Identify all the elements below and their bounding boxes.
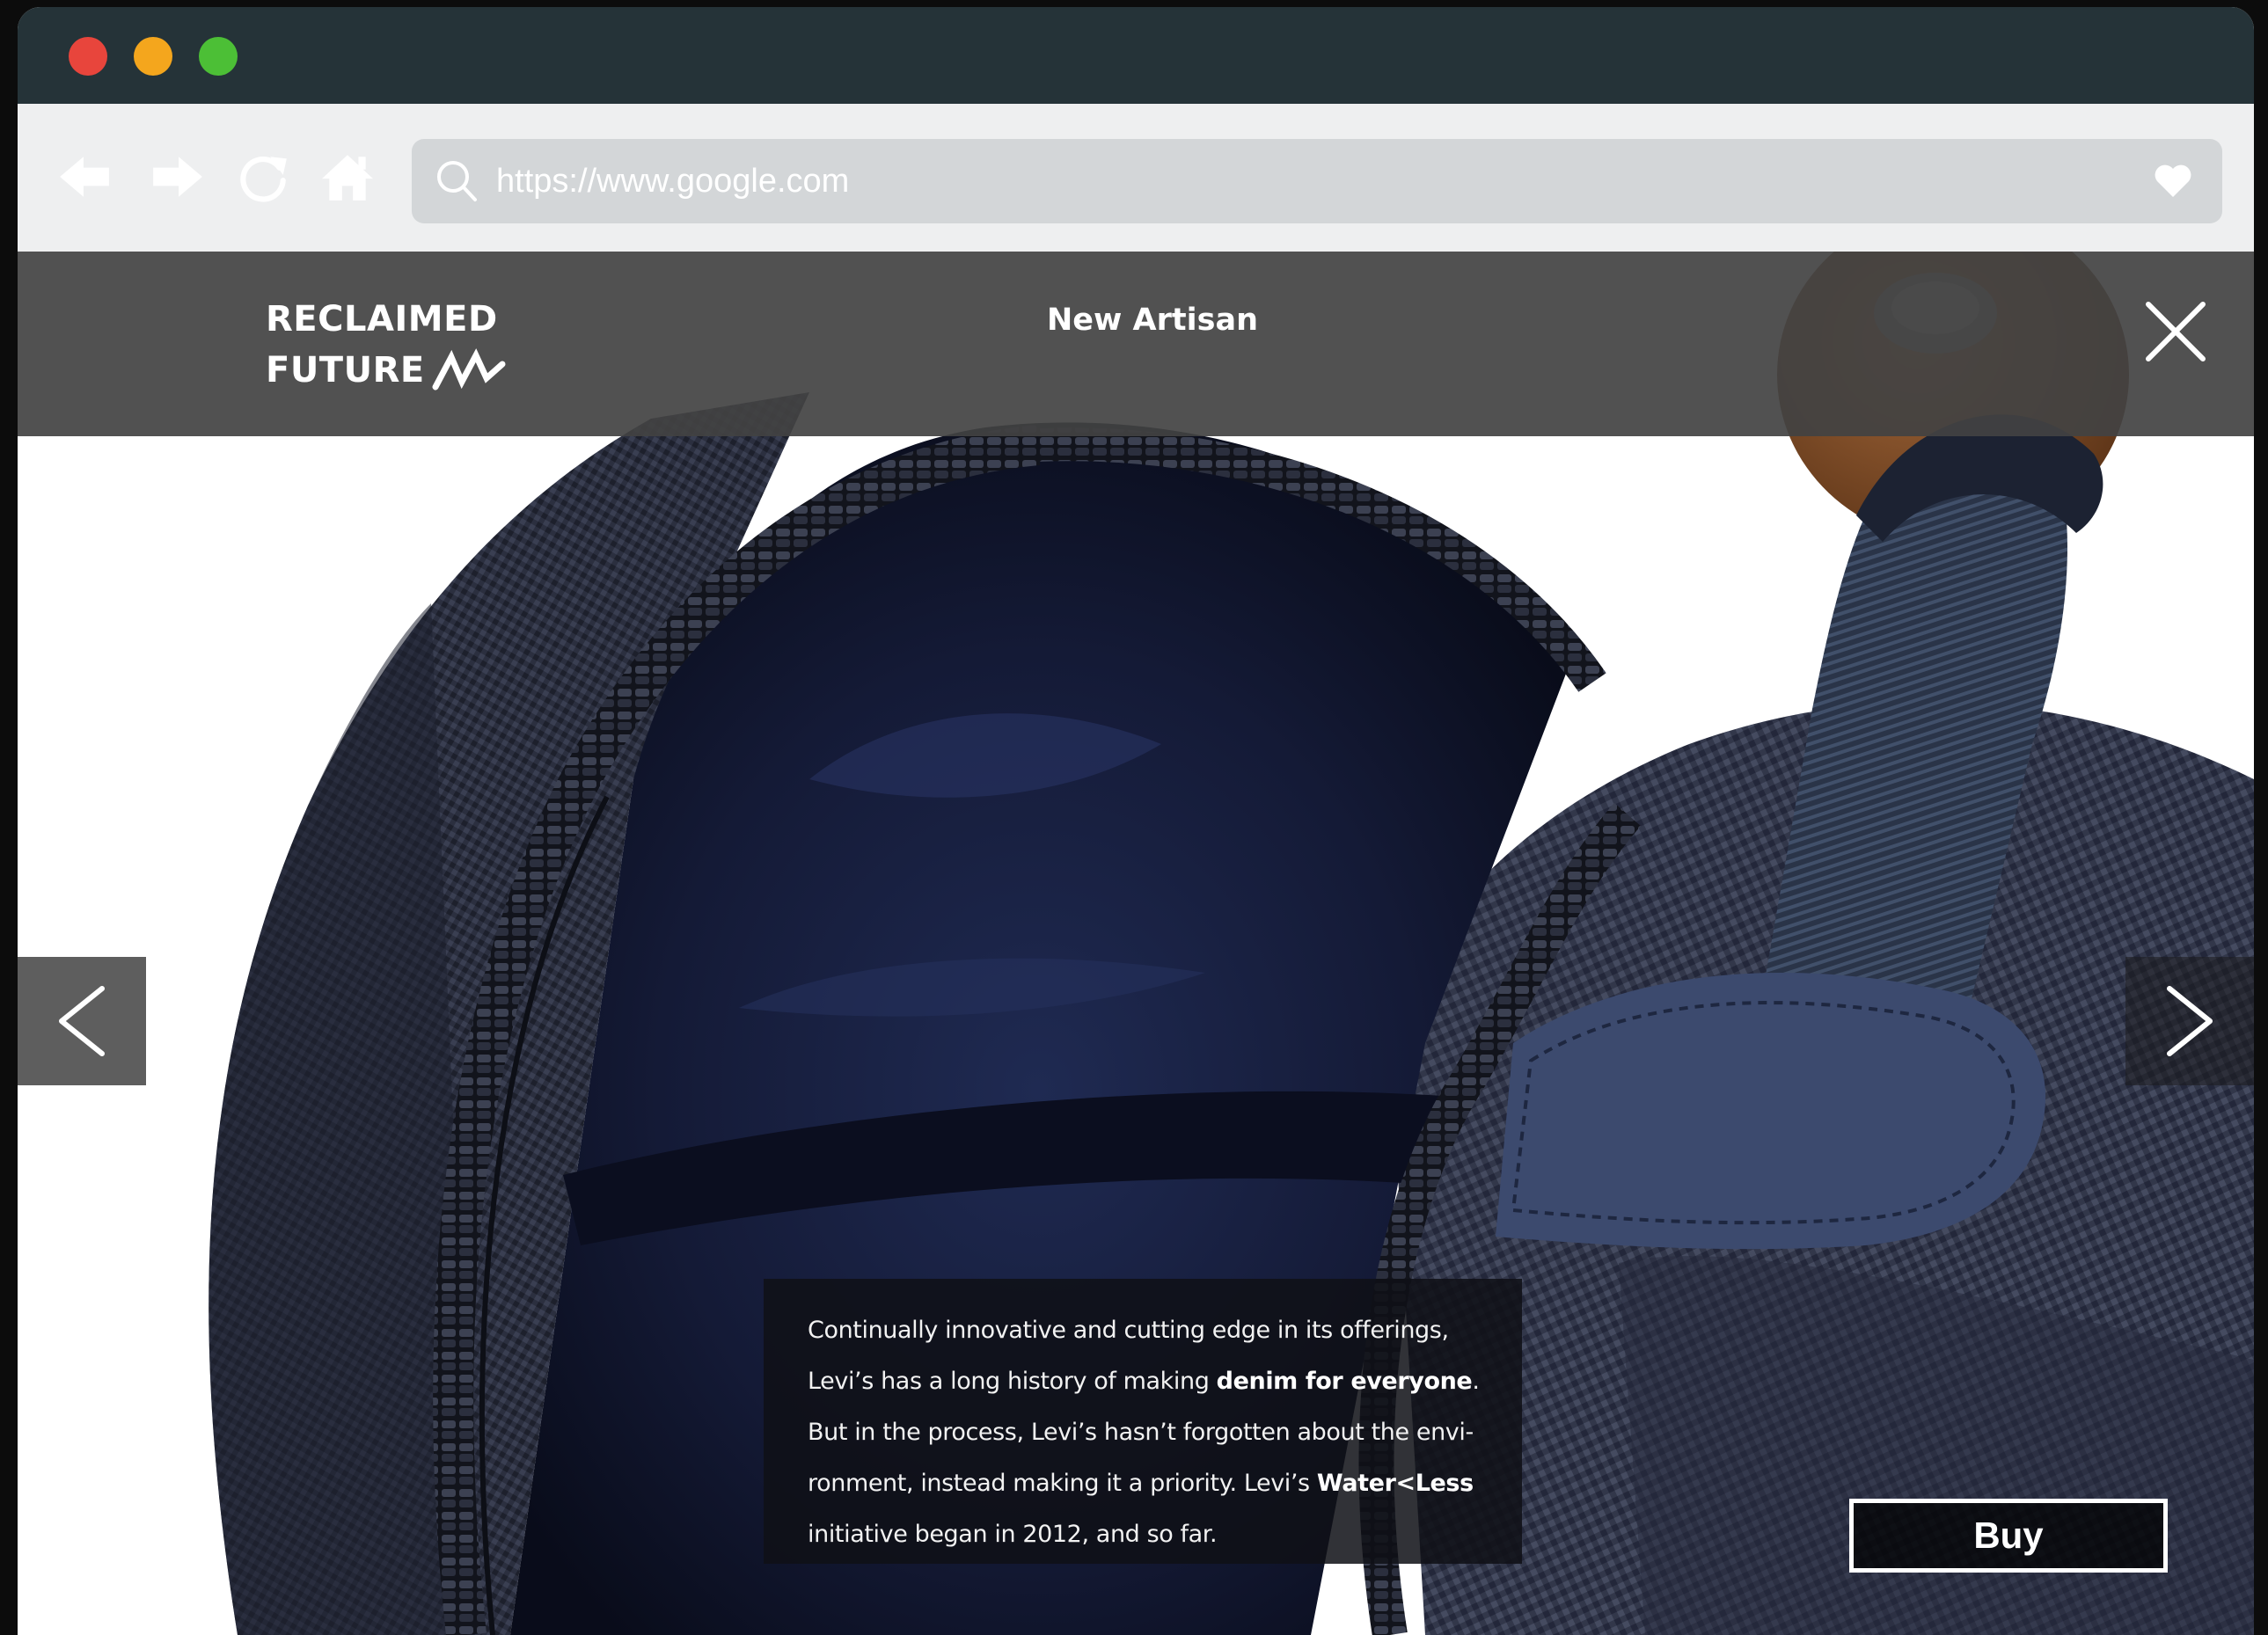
- title-bar: [18, 7, 2254, 104]
- zoom-window-button[interactable]: [199, 37, 238, 76]
- browser-toolbar: [18, 104, 2254, 252]
- description-text: Levi’s has a long history of making: [808, 1368, 1217, 1395]
- logo-text-line2: FUTURE: [266, 350, 425, 391]
- description-line: initiative began in 2012, and so far.: [808, 1521, 1218, 1548]
- heart-icon[interactable]: [2154, 164, 2192, 199]
- lightbox-header: RECLAIMED FUTURE New Artisan: [18, 252, 2254, 436]
- address-bar[interactable]: [412, 139, 2222, 223]
- description-line: Continually innovative and cutting edge …: [808, 1317, 1449, 1344]
- next-slide-button[interactable]: [2125, 957, 2254, 1085]
- description-line: Levi’s has a long history of making deni…: [808, 1356, 1504, 1407]
- brand-logo[interactable]: RECLAIMED FUTURE: [266, 294, 508, 396]
- search-icon: [437, 161, 477, 201]
- zigzag-logo-icon: [432, 348, 506, 391]
- logo-text-line1: RECLAIMED: [266, 299, 498, 339]
- url-input[interactable]: [496, 139, 2080, 223]
- buy-button[interactable]: Buy: [1849, 1499, 2168, 1573]
- chevron-left-icon: [59, 986, 105, 1056]
- browser-window: RECLAIMED FUTURE New Artisan: [18, 7, 2254, 1635]
- close-window-button[interactable]: [69, 37, 107, 76]
- description-highlight: denim for everyone: [1216, 1368, 1473, 1395]
- forward-arrow-icon[interactable]: [150, 150, 204, 204]
- home-icon[interactable]: [320, 150, 375, 204]
- back-arrow-icon[interactable]: [58, 150, 113, 204]
- description-highlight: Water<Less: [1316, 1470, 1474, 1497]
- previous-slide-button[interactable]: [18, 957, 146, 1085]
- description-text: ronment, instead making it a priority. L…: [808, 1470, 1317, 1497]
- page-title: New Artisan: [1047, 303, 1258, 338]
- minimize-window-button[interactable]: [134, 37, 172, 76]
- description-text: .: [1472, 1368, 1480, 1395]
- lightbox-content: RECLAIMED FUTURE New Artisan Continually…: [18, 252, 2254, 1635]
- close-icon[interactable]: [2143, 299, 2208, 364]
- description-line: But in the process, Levi’s hasn’t forgot…: [808, 1419, 1474, 1446]
- chevron-right-icon: [2167, 986, 2213, 1056]
- reload-icon[interactable]: [236, 150, 290, 204]
- description-line: ronment, instead making it a priority. L…: [808, 1458, 1504, 1509]
- product-description: Continually innovative and cutting edge …: [764, 1279, 1522, 1564]
